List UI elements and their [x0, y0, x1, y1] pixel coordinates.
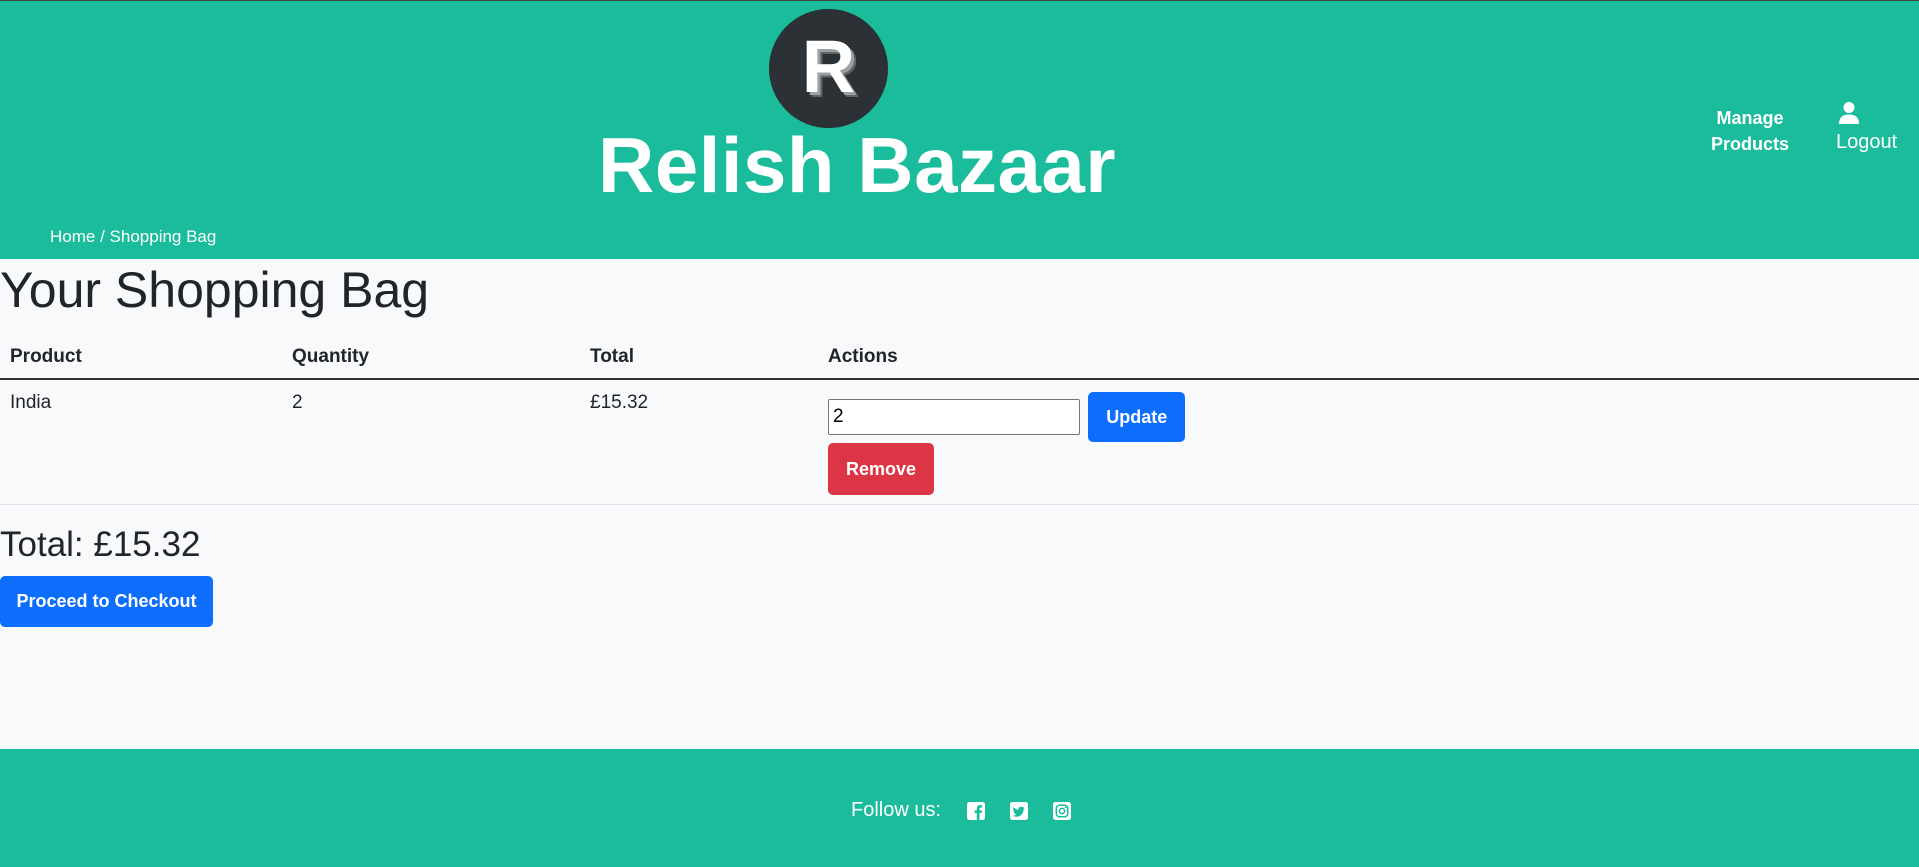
column-header-quantity: Quantity: [282, 336, 580, 380]
brand-logo[interactable]: R: [769, 9, 888, 128]
product-quantity: 2: [282, 379, 580, 505]
shopping-bag-table: Product Quantity Total Actions India 2 £…: [0, 336, 1919, 505]
breadcrumb: Home / Shopping Bag: [50, 227, 216, 247]
quantity-input[interactable]: [828, 399, 1080, 435]
user-icon: [1839, 102, 1859, 124]
column-header-actions: Actions: [818, 336, 1919, 380]
page-title: Your Shopping Bag: [0, 262, 430, 318]
site-header: R Relish Bazaar Manage Products Logout H…: [0, 0, 1919, 259]
logout-label: Logout: [1836, 131, 1898, 153]
site-footer: Follow us:: [0, 749, 1919, 867]
breadcrumb-current: Shopping Bag: [109, 227, 217, 246]
logout-link[interactable]: Logout: [1836, 101, 1897, 154]
update-button[interactable]: Update: [1088, 392, 1186, 442]
follow-label: Follow us:: [851, 799, 942, 821]
proceed-to-checkout-button[interactable]: Proceed to Checkout: [0, 576, 213, 627]
column-header-product: Product: [0, 336, 282, 380]
remove-button[interactable]: Remove: [828, 443, 934, 495]
follow-us: Follow us:: [851, 799, 1072, 822]
logo-letter: R: [801, 24, 856, 108]
manage-products-link[interactable]: Manage Products: [1700, 105, 1800, 157]
breadcrumb-home[interactable]: Home: [50, 227, 95, 246]
actions-cell: Update Remove: [818, 379, 1919, 505]
product-total: £15.32: [580, 379, 818, 505]
brand-title: Relish Bazaar: [598, 121, 1117, 209]
table-header-row: Product Quantity Total Actions: [0, 336, 1919, 380]
twitter-icon[interactable]: [1010, 801, 1029, 820]
breadcrumb-separator: /: [95, 227, 110, 246]
table-row: India 2 £15.32 Update Remove: [0, 379, 1919, 505]
column-header-total: Total: [580, 336, 818, 380]
instagram-icon[interactable]: [1053, 801, 1072, 820]
product-name: India: [0, 379, 282, 505]
grand-total: Total: £15.32: [0, 525, 201, 564]
facebook-icon[interactable]: [967, 801, 986, 820]
